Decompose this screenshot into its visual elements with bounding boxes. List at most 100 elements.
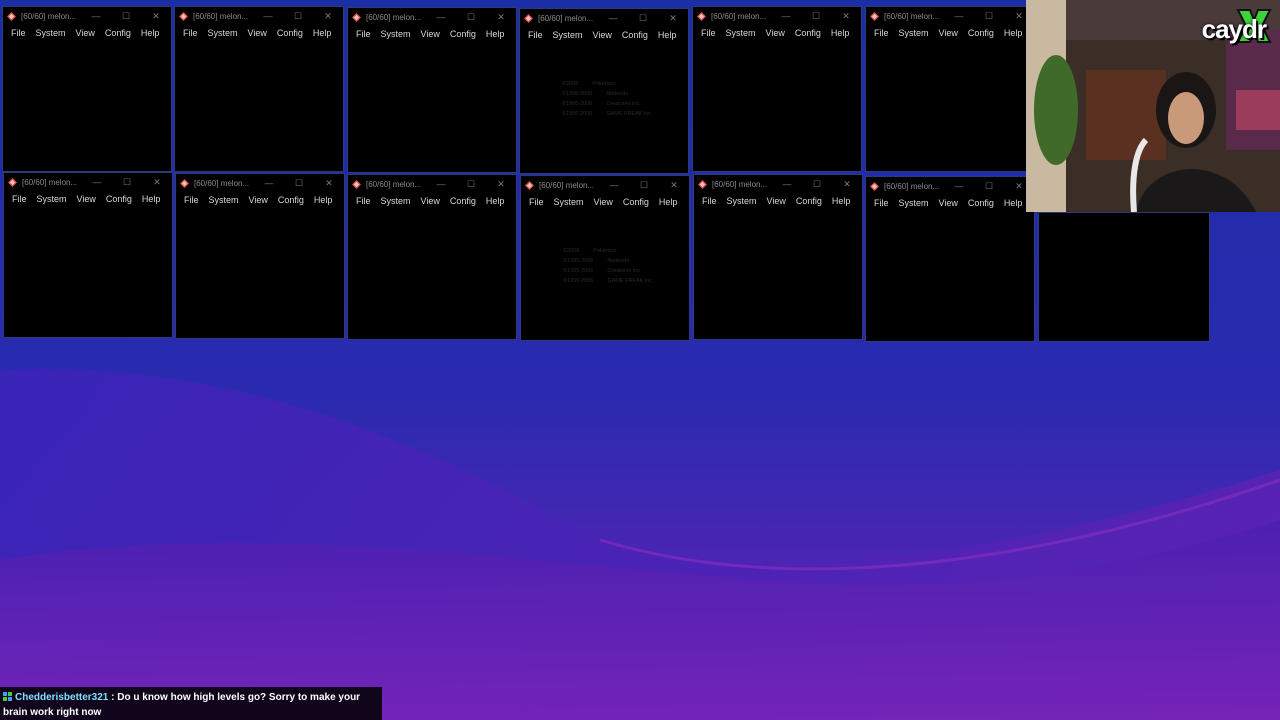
maximize-button[interactable]: ☐	[111, 11, 141, 22]
menu-view[interactable]: View	[71, 28, 100, 38]
menu-config[interactable]: Config	[963, 198, 999, 208]
emulator-window-row1-1[interactable]: [60/60] melon... — ☐ ✕ File System View …	[2, 6, 172, 172]
emulator-window-row2-3[interactable]: [60/60] melon... — ☐ ✕ File System View …	[347, 174, 517, 340]
menu-help[interactable]: Help	[308, 28, 337, 38]
menu-config[interactable]: Config	[617, 30, 653, 40]
minimize-button[interactable]: —	[253, 11, 283, 21]
menu-config[interactable]: Config	[101, 194, 137, 204]
menu-view[interactable]: View	[243, 28, 272, 38]
menu-view[interactable]: View	[244, 195, 273, 205]
maximize-button[interactable]: ☐	[112, 177, 142, 188]
maximize-button[interactable]: ☐	[802, 179, 832, 190]
menu-view[interactable]: View	[588, 30, 617, 40]
emulator-screen[interactable]	[176, 208, 344, 338]
menu-config[interactable]: Config	[791, 196, 827, 206]
emulator-screen[interactable]	[3, 41, 171, 171]
menu-view[interactable]: View	[416, 196, 445, 206]
menu-view[interactable]: View	[72, 194, 101, 204]
close-button[interactable]: ✕	[832, 179, 862, 190]
emulator-screen[interactable]: ©2006 Pokémon ©1995-2006 Nintendo ©1995-20…	[520, 43, 688, 173]
menu-file[interactable]: File	[869, 198, 894, 208]
menu-help[interactable]: Help	[654, 197, 683, 207]
menu-file[interactable]: File	[351, 29, 376, 39]
close-button[interactable]: ✕	[486, 179, 516, 190]
menu-system[interactable]: System	[894, 198, 934, 208]
menu-system[interactable]: System	[204, 195, 244, 205]
emulator-screen[interactable]	[348, 42, 516, 172]
emulator-screen[interactable]	[4, 207, 172, 337]
emulator-window-row2-5[interactable]: [60/60] melon... — ☐ ✕ File System View …	[693, 174, 863, 340]
minimize-button[interactable]: —	[944, 11, 974, 21]
maximize-button[interactable]: ☐	[284, 178, 314, 189]
menu-help[interactable]: Help	[827, 196, 856, 206]
emulator-window-row2-2[interactable]: [60/60] melon... — ☐ ✕ File System View …	[175, 173, 345, 339]
menu-help[interactable]: Help	[309, 195, 338, 205]
menu-help[interactable]: Help	[136, 28, 165, 38]
menu-system[interactable]: System	[32, 194, 72, 204]
menu-view[interactable]: View	[589, 197, 618, 207]
title-bar[interactable]: [60/60] melon... — ☐ ✕	[175, 7, 343, 25]
menu-file[interactable]: File	[523, 30, 548, 40]
close-button[interactable]: ✕	[142, 177, 172, 188]
emulator-window-row2-4[interactable]: [60/60] melon... — ☐ ✕ File System View …	[520, 175, 690, 341]
menu-file[interactable]: File	[869, 28, 894, 38]
title-bar[interactable]: [60/60] melon... — ☐ ✕	[348, 8, 516, 26]
menu-system[interactable]: System	[203, 28, 243, 38]
menu-config[interactable]: Config	[445, 29, 481, 39]
menu-help[interactable]: Help	[481, 196, 510, 206]
close-button[interactable]: ✕	[141, 11, 171, 22]
menu-view[interactable]: View	[761, 28, 790, 38]
title-bar[interactable]: [60/60] melon... — ☐ ✕	[693, 7, 861, 25]
menu-file[interactable]: File	[7, 194, 32, 204]
close-button[interactable]: ✕	[314, 178, 344, 189]
title-bar[interactable]: [60/60] melon... — ☐ ✕	[520, 9, 688, 27]
emulator-window-row1-4[interactable]: [60/60] melon... — ☐ ✕ File System View …	[519, 8, 689, 174]
minimize-button[interactable]: —	[772, 179, 802, 189]
menu-help[interactable]: Help	[999, 198, 1028, 208]
maximize-button[interactable]: ☐	[456, 12, 486, 23]
menu-config[interactable]: Config	[963, 28, 999, 38]
minimize-button[interactable]: —	[944, 181, 974, 191]
menu-system[interactable]: System	[549, 197, 589, 207]
maximize-button[interactable]: ☐	[801, 11, 831, 22]
title-bar[interactable]: [60/60] melon... — ☐ ✕	[521, 176, 689, 194]
emulator-window-row2-6[interactable]: [60/60] melon... — ☐ ✕ File System View …	[865, 176, 1035, 342]
chat-username[interactable]: Chedderisbetter321	[15, 692, 108, 703]
menu-system[interactable]: System	[376, 29, 416, 39]
menu-system[interactable]: System	[548, 30, 588, 40]
close-button[interactable]: ✕	[659, 180, 689, 191]
maximize-button[interactable]: ☐	[974, 11, 1004, 22]
menu-view[interactable]: View	[934, 198, 963, 208]
emulator-screen[interactable]	[175, 41, 343, 171]
menu-system[interactable]: System	[722, 196, 762, 206]
minimize-button[interactable]: —	[426, 179, 456, 189]
emulator-screen[interactable]	[694, 209, 862, 339]
emulator-window-row1-6[interactable]: [60/60] melon... — ☐ ✕ File System View …	[865, 6, 1035, 172]
menu-file[interactable]: File	[351, 196, 376, 206]
menu-help[interactable]: Help	[653, 30, 682, 40]
menu-system[interactable]: System	[721, 28, 761, 38]
maximize-button[interactable]: ☐	[283, 11, 313, 22]
close-button[interactable]: ✕	[658, 13, 688, 24]
menu-system[interactable]: System	[376, 196, 416, 206]
emulator-screen[interactable]	[866, 211, 1034, 341]
minimize-button[interactable]: —	[598, 13, 628, 23]
minimize-button[interactable]: —	[254, 178, 284, 188]
menu-help[interactable]: Help	[826, 28, 855, 38]
menu-file[interactable]: File	[179, 195, 204, 205]
menu-system[interactable]: System	[894, 28, 934, 38]
menu-file[interactable]: File	[524, 197, 549, 207]
title-bar[interactable]: [60/60] melon... — ☐ ✕	[866, 177, 1034, 195]
maximize-button[interactable]: ☐	[974, 181, 1004, 192]
menu-file[interactable]: File	[178, 28, 203, 38]
maximize-button[interactable]: ☐	[456, 179, 486, 190]
title-bar[interactable]: [60/60] melon... — ☐ ✕	[3, 7, 171, 25]
menu-config[interactable]: Config	[100, 28, 136, 38]
minimize-button[interactable]: —	[426, 12, 456, 22]
emulator-screen[interactable]	[693, 41, 861, 171]
minimize-button[interactable]: —	[82, 177, 112, 187]
menu-system[interactable]: System	[31, 28, 71, 38]
emulator-screen[interactable]	[348, 209, 516, 339]
menu-help[interactable]: Help	[999, 28, 1028, 38]
menu-help[interactable]: Help	[137, 194, 166, 204]
